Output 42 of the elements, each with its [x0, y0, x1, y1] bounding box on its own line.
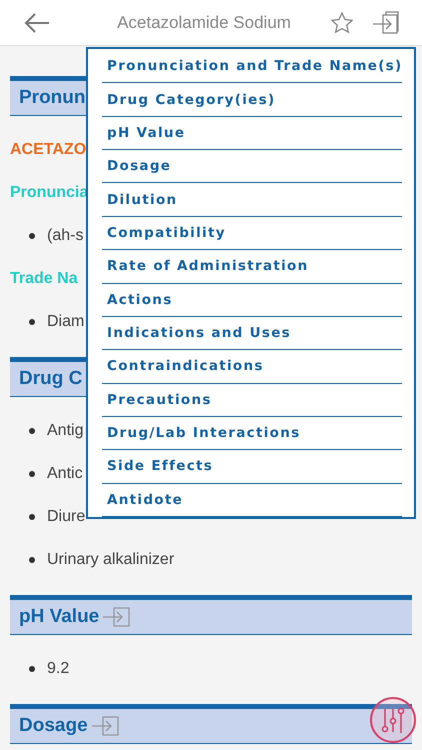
subheading: Pronuncia [10, 184, 88, 202]
menu-item[interactable]: Actions [102, 284, 402, 317]
filter-button[interactable] [370, 697, 416, 743]
menu-item[interactable]: Dosage [102, 150, 402, 184]
menu-item[interactable]: Side Effects [102, 450, 402, 484]
page-title: Acetazolamide Sodium [116, 12, 292, 32]
bullet-icon [29, 428, 35, 434]
menu-item[interactable]: pH Value [102, 116, 402, 150]
jump-icon[interactable] [90, 715, 120, 737]
bullet-icon [29, 556, 35, 562]
section-title: Drug C [19, 368, 82, 390]
bullet-icon [29, 318, 35, 324]
back-button[interactable] [24, 12, 50, 32]
menu-item[interactable]: Indications and Uses [102, 316, 402, 350]
menu-item[interactable]: Pronunciation and Trade Name(s) [102, 50, 402, 84]
section-title: Dosage [19, 715, 88, 737]
list-item-text: (ah-s [47, 226, 84, 244]
list-item-text: Diure [47, 508, 86, 526]
bullet-icon [29, 232, 35, 238]
list-item-text: 9.2 [47, 660, 70, 678]
menu-item[interactable]: Drug Category(ies) [102, 83, 402, 117]
list-item-text: Urinary alkalinizer [47, 550, 174, 568]
list-item-text: Antig [47, 422, 84, 440]
bullet-icon [29, 666, 35, 672]
list-item-text: Diam [47, 312, 84, 330]
list-item-text: Antic [47, 464, 83, 482]
bullet-icon [29, 470, 35, 476]
menu-item[interactable]: Contraindications [102, 350, 402, 384]
star-icon[interactable] [330, 10, 354, 34]
menu-item[interactable]: Rate of Administration [102, 250, 402, 284]
menu-item[interactable]: Precautions [102, 384, 402, 417]
jump-to-section-icon[interactable] [372, 10, 400, 34]
subheading: Trade Na [10, 270, 78, 288]
section-title: pH Value [19, 606, 100, 628]
menu-item[interactable]: Antidote [102, 484, 402, 518]
menu-item[interactable]: Dilution [102, 183, 402, 217]
section-title: Pronun [19, 87, 86, 109]
bullet-icon [29, 514, 35, 520]
jump-icon[interactable] [101, 606, 132, 628]
drug-name: ACETAZO [10, 140, 86, 158]
menu-item[interactable]: Drug/Lab Interactions [102, 416, 402, 450]
menu-item[interactable]: Compatibility [102, 216, 402, 250]
